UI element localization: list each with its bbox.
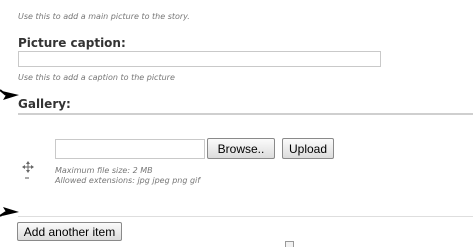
collapsed-widget-icon — [285, 241, 294, 247]
add-another-item-button[interactable]: Add another item — [17, 222, 122, 241]
gallery-label: Gallery: — [18, 97, 71, 111]
max-file-size-text: Maximum file size: 2 MB — [55, 166, 153, 175]
black-arrow-icon — [0, 207, 19, 217]
move-arrows-icon[interactable] — [21, 161, 35, 181]
picture-caption-hint: Use this to add a caption to the picture — [18, 73, 175, 82]
allowed-extensions-text: Allowed extensions: jpg jpeg png gif — [55, 176, 201, 185]
gallery-bottom-divider — [18, 216, 473, 217]
gallery-file-input[interactable] — [55, 139, 205, 159]
browse-button[interactable]: Browse.. — [207, 138, 275, 159]
upload-button[interactable]: Upload — [282, 138, 334, 159]
black-arrow-icon — [0, 89, 19, 100]
gallery-divider — [18, 113, 473, 115]
picture-hint: Use this to add a main picture to the st… — [18, 12, 190, 21]
picture-caption-input[interactable] — [18, 51, 381, 67]
picture-caption-label: Picture caption: — [18, 36, 126, 50]
